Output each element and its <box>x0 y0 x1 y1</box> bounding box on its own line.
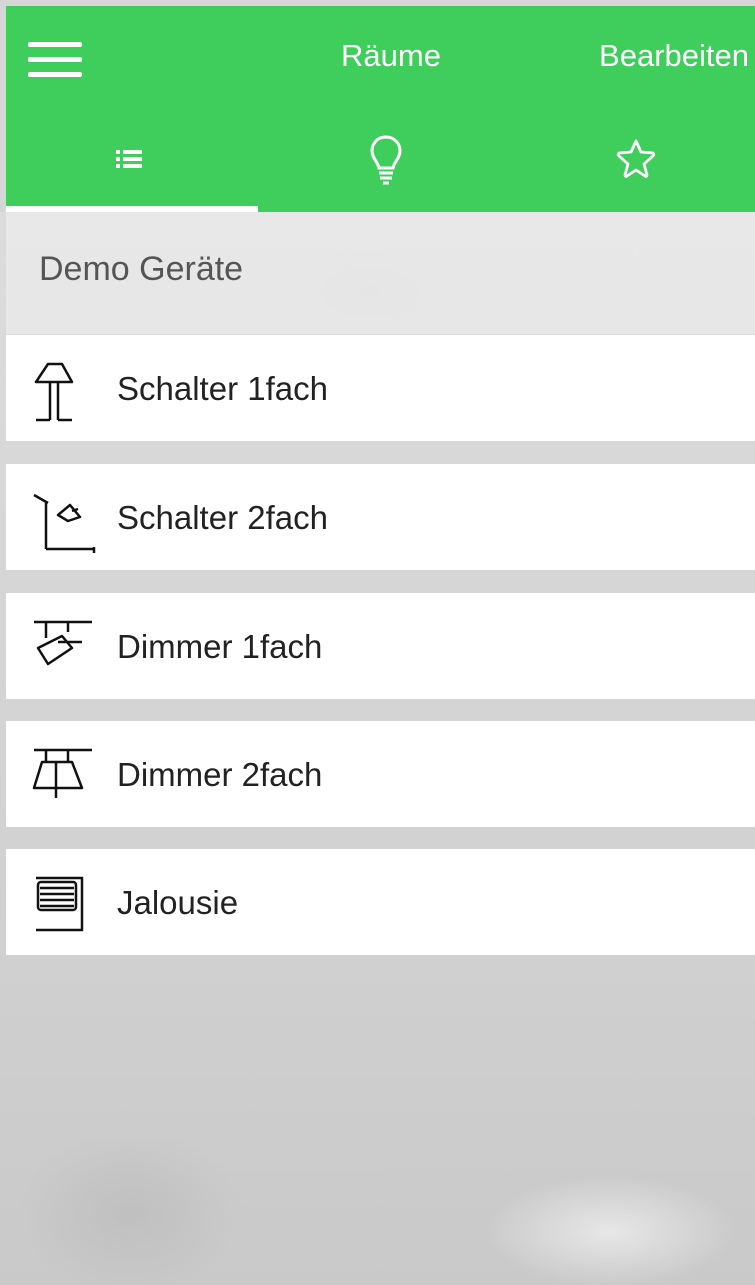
header: Räume Bearbeiten <box>6 6 755 212</box>
section-title: Demo Geräte <box>39 250 244 288</box>
device-label: Dimmer 2fach <box>117 756 323 793</box>
edit-button[interactable]: Bearbeiten <box>599 38 749 74</box>
tab-favorites[interactable] <box>506 106 755 212</box>
tab-lights[interactable] <box>256 106 506 212</box>
page-title: Räume <box>341 38 441 73</box>
device-row[interactable]: Dimmer 1fach <box>6 593 755 699</box>
blinds-icon <box>36 876 84 932</box>
tab-bar <box>6 106 755 212</box>
device-row[interactable]: Schalter 2fach <box>6 464 755 570</box>
section-header: Demo Geräte <box>6 212 755 334</box>
device-row[interactable]: Schalter 1fach <box>6 335 755 441</box>
pendant-lamp-icon <box>32 748 92 798</box>
device-row[interactable]: Dimmer 2fach <box>6 721 755 827</box>
list-icon <box>116 150 142 168</box>
device-label: Dimmer 1fach <box>117 628 323 665</box>
device-row[interactable]: Jalousie <box>6 849 755 955</box>
device-label: Jalousie <box>117 884 239 921</box>
star-icon <box>616 139 656 178</box>
hamburger-menu-icon[interactable] <box>28 36 84 82</box>
device-label: Schalter 2fach <box>117 499 328 536</box>
table-lamp-icon <box>34 362 74 422</box>
app-screen: Räume Bearbeiten Demo Geräte Schalter 1f… <box>0 0 755 1285</box>
device-label: Schalter 1fach <box>117 370 328 407</box>
top-bar: Räume Bearbeiten <box>6 6 755 106</box>
tab-list[interactable] <box>6 106 258 212</box>
lightbulb-icon <box>370 135 402 185</box>
wall-lamp-icon <box>33 493 96 553</box>
ceiling-spot-icon <box>34 620 92 666</box>
